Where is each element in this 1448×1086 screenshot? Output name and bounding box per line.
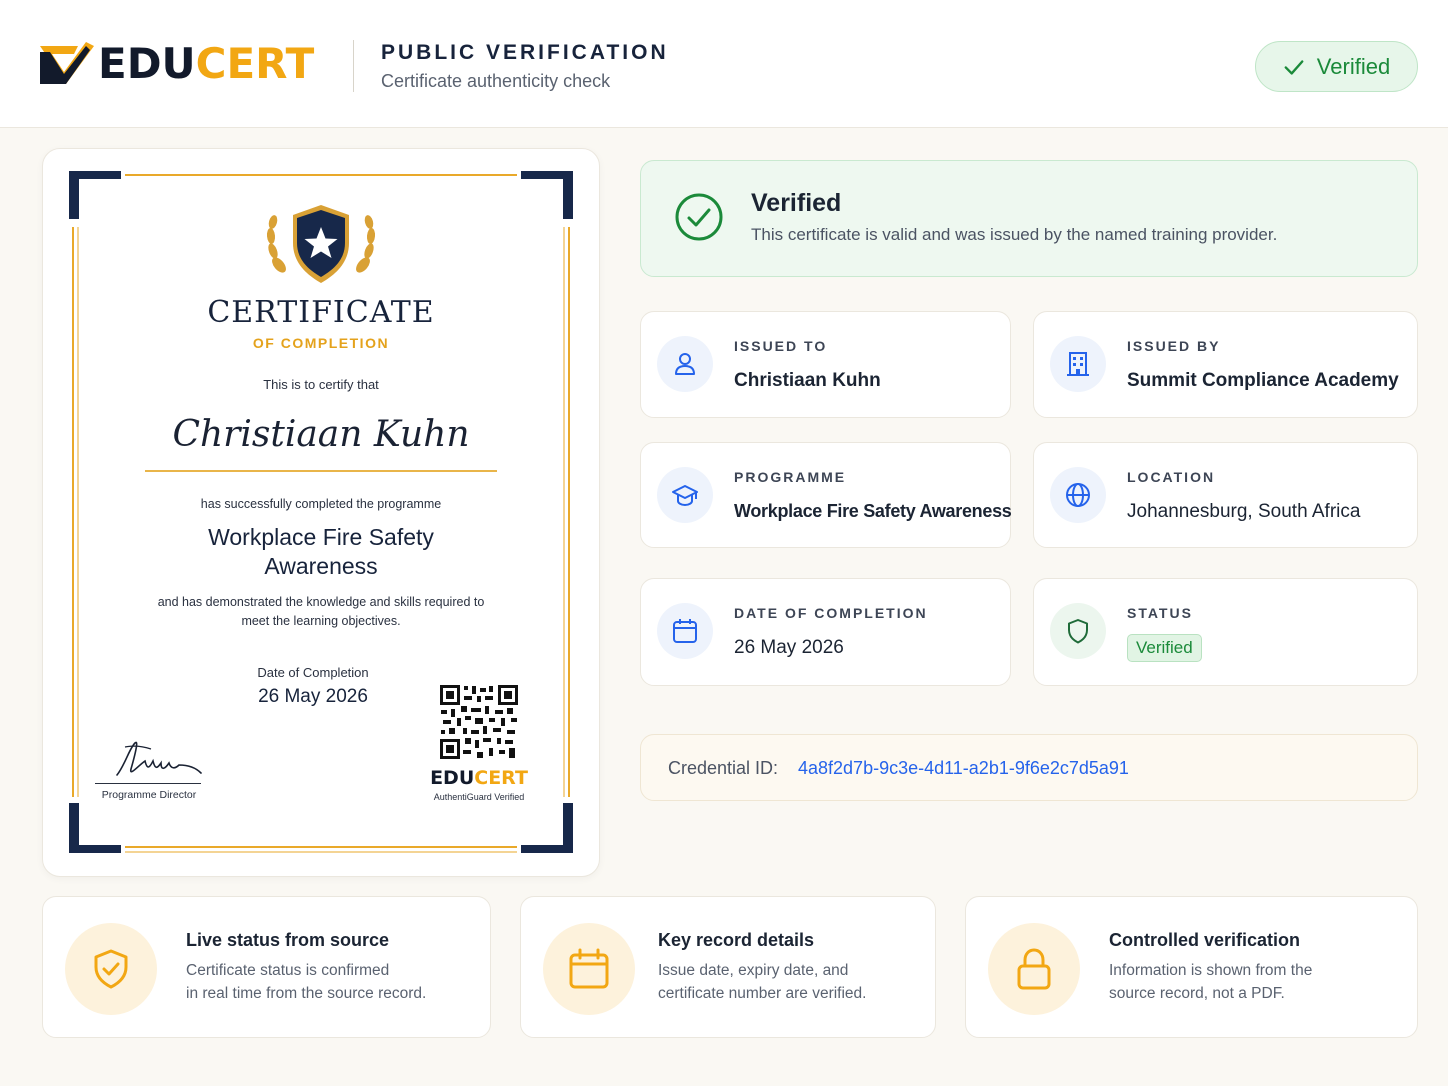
feature-title: Controlled verification [1109,930,1301,950]
feature-description: Certificate status is confirmed in real t… [186,962,427,1002]
globe-icon [1050,467,1106,523]
issued-to-card: ISSUED TO Christiaan Kuhn [640,311,1011,418]
graduation-cap-icon [657,467,713,523]
certificate-date-label: Date of Completion [257,665,369,680]
qr-code-icon[interactable] [439,684,519,760]
feature-card-live-status: Live status from source Certificate stat… [42,896,491,1038]
signature-line [95,783,201,784]
feature-description: Information is shown from the source reco… [1109,962,1313,1002]
check-icon [1284,59,1304,75]
feature-card-controlled-verification: Controlled verification Information is s… [965,896,1418,1038]
lock-icon [988,923,1080,1015]
certificate-logo-subtext: AuthentiGuard Verified [433,792,525,802]
verification-banner: Verified This certificate is valid and w… [640,160,1418,277]
building-icon [1050,336,1106,392]
location-card: LOCATION Johannesburg, South Africa [1033,442,1418,548]
certificate-recipient-name: Christiaan Kuhn [172,414,470,455]
signature-image [116,741,202,776]
credential-id-link[interactable]: 4a8f2d7b-9c3e-4d11-a2b1-9f6e2c7d5a91 [798,758,1129,779]
verification-title: Verified [751,189,842,217]
certificate-document: CERTIFICATE OF COMPLETION This is to cer… [69,171,573,853]
certificate-programme: Workplace Fire Safety Awareness [208,524,434,579]
issued-to-label: ISSUED TO [734,338,828,354]
status-label: STATUS [1127,605,1193,621]
certificate-educert-logo: EDUCERT [430,767,528,789]
page-subtitle: Certificate authenticity check [381,71,611,91]
page-header: EDUCERT PUBLIC VERIFICATION Certificate … [0,0,1448,128]
signature-label: Programme Director [101,789,197,801]
name-underline [145,470,497,472]
educert-logo[interactable]: EDUCERT [38,40,314,88]
programme-label: PROGRAMME [734,469,847,485]
programme-card: PROGRAMME Workplace Fire Safety Awarenes… [640,442,1012,548]
date-of-completion-card: DATE OF COMPLETION 26 May 2026 [640,578,1011,686]
issued-by-value: Summit Compliance Academy [1127,370,1399,391]
check-circle-icon [675,193,723,241]
certificate-completed-text: has successfully completed the programme [200,497,442,511]
programme-value: Workplace Fire Safety Awareness [734,501,1012,521]
location-value: Johannesburg, South Africa [1127,501,1361,522]
date-of-completion-label: DATE OF COMPLETION [734,605,928,621]
calendar-icon [657,603,713,659]
date-of-completion-value: 26 May 2026 [734,637,844,658]
verified-pill-label: Verified [1316,53,1391,79]
certificate-demonstrated-text: and has demonstrated the knowledge and s… [157,595,485,628]
certificate-date: 26 May 2026 [258,686,368,707]
certificate-heading: CERTIFICATE [207,295,435,330]
issued-to-value: Christiaan Kuhn [734,370,881,391]
user-icon [657,336,713,392]
shield-check-icon [65,923,157,1015]
credential-id-label: Credential ID: [668,758,779,778]
checkmark-logo-icon [40,42,94,84]
certificate-preview-card: CERTIFICATE OF COMPLETION This is to cer… [42,148,600,877]
brand-edu: EDU [98,39,196,88]
feature-card-key-record: Key record details Issue date, expiry da… [520,896,936,1038]
verified-status-pill: Verified [1255,41,1418,92]
credential-id-row: Credential ID: 4a8f2d7b-9c3e-4d11-a2b1-9… [640,734,1418,801]
header-divider [353,40,354,92]
page-title: PUBLIC VERIFICATION [381,41,669,64]
status-card: STATUS Verified [1033,578,1418,686]
location-label: LOCATION [1127,469,1216,485]
certificate-intro: This is to certify that [263,377,379,392]
feature-title: Key record details [658,930,815,950]
certificate-subheading: OF COMPLETION [252,335,390,351]
crest-shield-star-icon [266,205,376,283]
verification-text: This certificate is valid and was issued… [751,225,1278,244]
shield-icon [1050,603,1106,659]
status-badge: Verified [1127,634,1202,662]
issued-by-label: ISSUED BY [1127,338,1221,354]
calendar-icon [543,923,635,1015]
brand-cert: CERT [195,39,315,88]
issued-by-card: ISSUED BY Summit Compliance Academy [1033,311,1418,418]
feature-title: Live status from source [186,930,390,950]
feature-description: Issue date, expiry date, and certificate … [658,962,867,1002]
